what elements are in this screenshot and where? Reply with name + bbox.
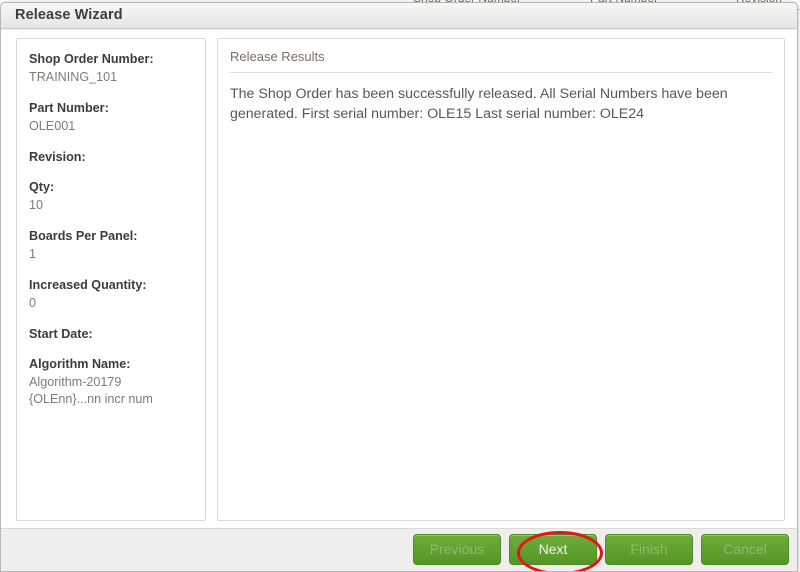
summary-field-label: Increased Quantity: <box>29 278 147 292</box>
summary-field-value: Algorithm-20179 {OLEnn}...nn incr num <box>29 375 153 406</box>
summary-field-label: Revision: <box>29 150 86 164</box>
summary-field-label: Part Number: <box>29 101 109 115</box>
finish-button: Finish <box>605 534 693 565</box>
summary-field-value: 1 <box>29 247 37 261</box>
dialog-body: Shop Order Number: TRAINING_101 Part Numbe… <box>1 30 797 530</box>
summary-field-label: Algorithm Name: <box>29 357 131 371</box>
summary-field-value: 0 <box>29 296 37 310</box>
wizard-button-row: Previous Next Finish Cancel <box>413 534 789 565</box>
release-results-panel: Release Results The Shop Order has been … <box>217 38 785 521</box>
dialog-footer: Previous Next Finish Cancel <box>1 528 797 571</box>
next-button[interactable]: Next <box>509 534 597 565</box>
summary-field-label: Shop Order Number: <box>29 52 154 66</box>
dialog-titlebar: Release Wizard <box>1 3 797 29</box>
cancel-button: Cancel <box>701 534 789 565</box>
summary-field-label: Boards Per Panel: <box>29 229 138 243</box>
summary-field-label: Start Date: <box>29 327 93 341</box>
summary-field-value: 10 <box>29 198 44 212</box>
summary-field-value: OLE001 <box>29 119 76 133</box>
release-results-message: The Shop Order has been successfully rel… <box>230 86 728 122</box>
previous-button: Previous <box>413 534 501 565</box>
shop-order-summary-panel: Shop Order Number: TRAINING_101 Part Numbe… <box>16 38 206 521</box>
summary-field-label: Qty: <box>29 180 55 194</box>
summary-field-value: TRAINING_101 <box>29 70 118 84</box>
results-heading-divider <box>229 72 773 73</box>
dialog-title: Release Wizard <box>15 7 123 23</box>
release-results-heading: Release Results <box>230 49 325 64</box>
release-wizard-dialog: Release Wizard Shop Order Number: TRAININ… <box>0 2 798 572</box>
